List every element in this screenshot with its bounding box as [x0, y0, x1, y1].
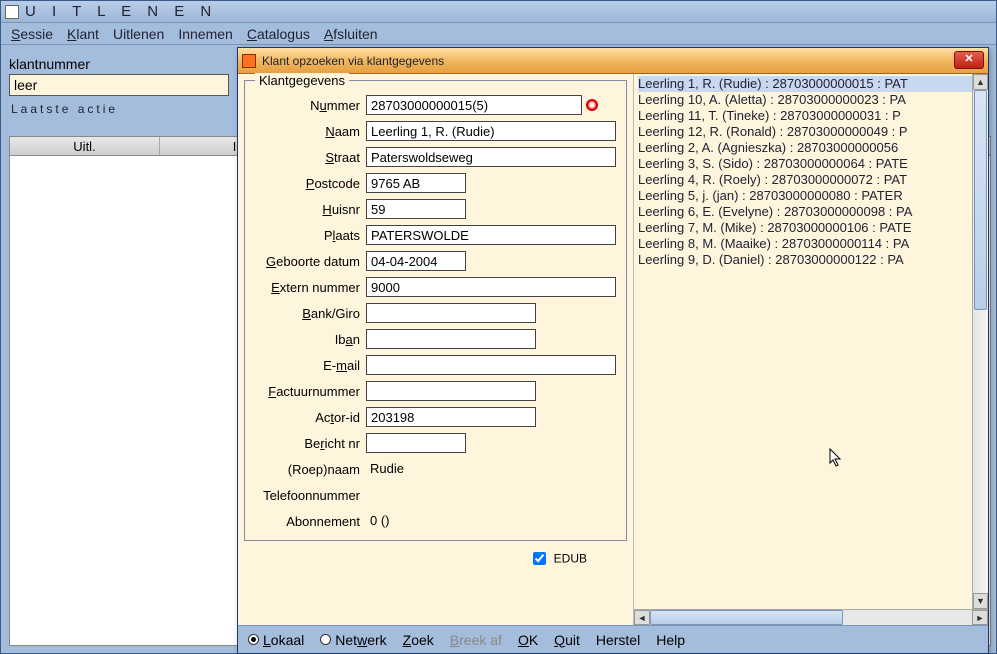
factuur-input[interactable] [366, 381, 536, 401]
scroll-left-button[interactable]: ◄ [634, 610, 650, 625]
iban-input[interactable] [366, 329, 536, 349]
horizontal-scrollbar[interactable]: ◄ ► [634, 609, 988, 625]
target-icon[interactable] [586, 99, 598, 111]
close-button[interactable]: ✕ [954, 51, 984, 69]
radio-dot-icon [320, 634, 331, 645]
app-icon [5, 5, 19, 19]
geboortedatum-input[interactable] [366, 251, 466, 271]
breekaf-button: Breek af [450, 632, 502, 648]
menu-afsluiten[interactable]: Afsluiten [324, 26, 378, 42]
menu-sessie[interactable]: Sessie [11, 26, 53, 42]
help-button[interactable]: Help [656, 632, 685, 648]
nummer-input[interactable] [366, 95, 582, 115]
abonnement-value: 0 () [366, 511, 536, 531]
menu-klant[interactable]: Klant [67, 26, 99, 42]
list-item[interactable]: Leerling 10, A. (Aletta) : 2870300000002… [638, 92, 972, 108]
results-panel: Leerling 1, R. (Rudie) : 28703000000015 … [633, 74, 988, 625]
grid-col-uitl[interactable]: Uitl. [10, 137, 160, 155]
plaats-label: Plaats [251, 228, 366, 243]
scroll-right-button[interactable]: ► [972, 610, 988, 625]
dialog-icon [242, 54, 256, 68]
main-form: klantnummer Laatste actie [9, 56, 229, 118]
factuur-label: Factuurnummer [251, 384, 366, 399]
zoek-button[interactable]: Zoek [403, 632, 434, 648]
klantnummer-input[interactable] [9, 74, 229, 96]
huisnr-input[interactable] [366, 199, 466, 219]
postcode-input[interactable] [366, 173, 466, 193]
list-item[interactable]: Leerling 7, M. (Mike) : 28703000000106 :… [638, 220, 972, 236]
naam-input[interactable] [366, 121, 616, 141]
nummer-label: Nummer [251, 98, 366, 113]
extern-input[interactable] [366, 277, 616, 297]
telefoon-label: Telefoonnummer [251, 488, 366, 503]
herstel-button[interactable]: Herstel [596, 632, 640, 648]
radio-lokaal-label: Lokaal [263, 632, 304, 648]
list-item[interactable]: Leerling 6, E. (Evelyne) : 2870300000009… [638, 204, 972, 220]
list-item[interactable]: Leerling 11, T. (Tineke) : 2870300000003… [638, 108, 972, 124]
vertical-scrollbar[interactable]: ▲ ▼ [972, 74, 988, 609]
roepnaam-value: Rudie [366, 459, 536, 479]
email-input[interactable] [366, 355, 616, 375]
email-label: E-mail [251, 358, 366, 373]
huisnr-label: Huisnr [251, 202, 366, 217]
iban-label: Iban [251, 332, 366, 347]
geboortedatum-label: Geboorte datum [251, 254, 366, 269]
bankgiro-label: Bank/Giro [251, 306, 366, 321]
radio-netwerk[interactable]: Netwerk [320, 632, 386, 648]
berichtnr-input[interactable] [366, 433, 466, 453]
menu-uitlenen[interactable]: Uitlenen [113, 26, 164, 42]
ok-button[interactable]: OK [518, 632, 538, 648]
extern-label: Extern nummer [251, 280, 366, 295]
hscroll-thumb[interactable] [650, 610, 843, 625]
radio-dot-icon [248, 634, 259, 645]
roepnaam-label: (Roep)naam [251, 462, 366, 477]
scroll-down-button[interactable]: ▼ [973, 593, 988, 609]
straat-input[interactable] [366, 147, 616, 167]
edub-label: EDUB [554, 552, 587, 566]
fieldset-legend: Klantgegevens [255, 73, 349, 88]
list-item[interactable]: Leerling 4, R. (Roely) : 28703000000072 … [638, 172, 972, 188]
telefoon-value [366, 485, 536, 505]
menu-catalogus[interactable]: Catalogus [247, 26, 310, 42]
quit-button[interactable]: Quit [554, 632, 580, 648]
bankgiro-input[interactable] [366, 303, 536, 323]
laatste-actie-label: Laatste actie [11, 102, 227, 116]
list-item[interactable]: Leerling 2, A. (Agnieszka) : 28703000000… [638, 140, 972, 156]
scroll-up-button[interactable]: ▲ [973, 74, 988, 90]
app-title: U I T L E N E N [25, 3, 217, 20]
actorid-label: Actor-id [251, 410, 366, 425]
list-item[interactable]: Leerling 9, D. (Daniel) : 28703000000122… [638, 252, 972, 268]
berichtnr-label: Bericht nr [251, 436, 366, 451]
abonnement-label: Abonnement [251, 514, 366, 529]
main-titlebar: U I T L E N E N [1, 1, 996, 23]
dialog-titlebar[interactable]: Klant opzoeken via klantgegevens ✕ [238, 48, 988, 74]
list-item[interactable]: Leerling 12, R. (Ronald) : 2870300000004… [638, 124, 972, 140]
list-item[interactable]: Leerling 8, M. (Maaike) : 28703000000114… [638, 236, 972, 252]
list-item[interactable]: Leerling 1, R. (Rudie) : 28703000000015 … [638, 76, 972, 92]
menu-innemen[interactable]: Innemen [178, 26, 232, 42]
list-item[interactable]: Leerling 5, j. (jan) : 28703000000080 : … [638, 188, 972, 204]
postcode-label: Postcode [251, 176, 366, 191]
form-panel: Klantgegevens Nummer Naam Straat [238, 74, 633, 625]
klantnummer-label: klantnummer [9, 56, 229, 72]
edub-row: EDUB [244, 541, 627, 572]
list-item[interactable]: Leerling 3, S. (Sido) : 28703000000064 :… [638, 156, 972, 172]
scroll-thumb[interactable] [974, 90, 987, 310]
dialog-body: Klantgegevens Nummer Naam Straat [238, 74, 988, 625]
radio-lokaal[interactable]: Lokaal [248, 632, 304, 648]
results-list[interactable]: Leerling 1, R. (Rudie) : 28703000000015 … [634, 74, 972, 609]
naam-label: Naam [251, 124, 366, 139]
dialog-bottom-bar: Lokaal Netwerk Zoek Breek af OK Quit Her… [238, 625, 988, 653]
radio-netwerk-label: Netwerk [335, 632, 386, 648]
plaats-input[interactable] [366, 225, 616, 245]
straat-label: Straat [251, 150, 366, 165]
dialog-title: Klant opzoeken via klantgegevens [262, 54, 444, 68]
dialog-klant-opzoeken: Klant opzoeken via klantgegevens ✕ Klant… [237, 47, 989, 654]
fieldset-klantgegevens: Klantgegevens Nummer Naam Straat [244, 80, 627, 541]
edub-checkbox[interactable] [533, 552, 546, 565]
main-menubar: Sessie Klant Uitlenen Innemen Catalogus … [1, 23, 996, 45]
actorid-input[interactable] [366, 407, 536, 427]
